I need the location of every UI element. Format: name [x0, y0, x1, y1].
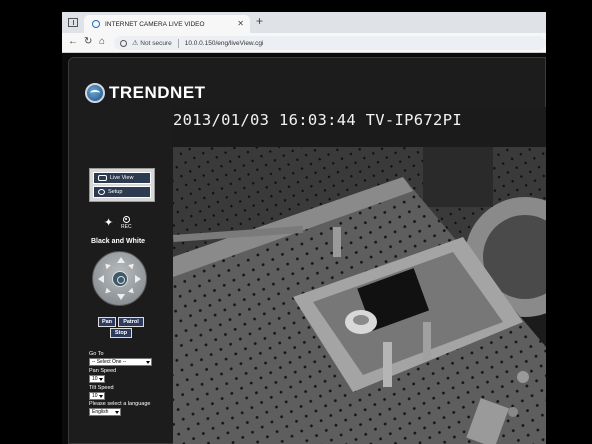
arrow-down-left-icon[interactable] [103, 287, 111, 296]
pan-speed-select[interactable]: 10 [89, 375, 105, 383]
url-field[interactable]: ⚠ Not secure 10.0.0.150/eng/liveView.cgi [114, 36, 546, 50]
brand-name: TRENDNET [109, 83, 206, 102]
tilt-speed-value: 10 [92, 393, 98, 399]
new-tab-button[interactable]: + [256, 14, 263, 28]
arrow-left-icon[interactable] [98, 275, 104, 283]
chevron-down-icon [99, 395, 103, 398]
live-view-label: Live View [110, 175, 134, 181]
tab-bar: INTERNET CAMERA LIVE VIDEO ✕ + [62, 12, 546, 33]
home-icon[interactable]: ⌂ [99, 36, 105, 47]
tilt-speed-label: Tilt Speed [89, 385, 114, 391]
tilt-speed-select[interactable]: 10 [89, 392, 105, 400]
logo-icon [85, 83, 105, 103]
goto-select-value: -- Select One -- [92, 359, 127, 365]
rec-button[interactable]: REC [121, 216, 132, 230]
ir-light-icon[interactable]: ✦ [104, 216, 113, 229]
pan-speed-label: Pan Speed [89, 368, 117, 374]
live-view-icon [98, 175, 107, 181]
ptz-joystick [92, 251, 147, 306]
trendnet-logo: TRENDNET [85, 83, 206, 103]
language-select[interactable]: English [89, 408, 121, 416]
arrow-right-icon[interactable] [135, 275, 141, 283]
setup-label: Setup [108, 189, 123, 195]
shield-icon[interactable] [120, 39, 127, 47]
live-video-feed[interactable]: 2013/01/03 16:03:44 TV-IP672PI [173, 107, 546, 444]
reload-icon[interactable]: ↻ [84, 36, 92, 47]
stop-button[interactable]: Stop [110, 328, 132, 338]
setup-button[interactable]: Setup [93, 186, 151, 198]
main-menu: Live View Setup [89, 168, 155, 202]
pan-button[interactable]: Pan [98, 317, 116, 327]
goto-select[interactable]: -- Select One -- [89, 358, 152, 366]
tab-title: INTERNET CAMERA LIVE VIDEO [105, 20, 205, 28]
warning-icon: ⚠ [132, 40, 139, 47]
tab-camera-live-video[interactable]: INTERNET CAMERA LIVE VIDEO ✕ [84, 15, 250, 33]
chevron-down-icon [146, 361, 150, 364]
chevron-down-icon [115, 411, 119, 414]
language-value: English [92, 409, 109, 415]
language-label: Please select a language [89, 401, 151, 407]
address-divider [177, 38, 179, 48]
patrol-button[interactable]: Patrol [118, 317, 144, 327]
setup-icon [98, 189, 105, 195]
chevron-down-icon [99, 378, 103, 381]
live-view-button[interactable]: Live View [93, 172, 151, 184]
window-icon[interactable] [68, 18, 78, 27]
browser-window: INTERNET CAMERA LIVE VIDEO ✕ + ← ↻ ⌂ ⚠ N… [62, 12, 546, 444]
arrow-up-icon[interactable] [117, 257, 125, 263]
not-secure-label[interactable]: Not secure [140, 40, 171, 47]
video-osd-timestamp: 2013/01/03 16:03:44 TV-IP672PI [173, 111, 462, 129]
address-bar-row: ← ↻ ⌂ ⚠ Not secure 10.0.0.150/eng/liveVi… [62, 33, 546, 53]
rec-icon [122, 216, 130, 223]
arrow-down-icon[interactable] [117, 294, 125, 300]
ptz-home-button[interactable] [112, 271, 128, 287]
tab-close-icon[interactable]: ✕ [237, 19, 244, 28]
url-text[interactable]: 10.0.0.150/eng/liveView.cgi [185, 40, 264, 47]
back-icon[interactable]: ← [68, 36, 78, 47]
edge-favicon [92, 20, 100, 28]
camera-page: TRENDNET Live View Setup ✦ REC Black and… [62, 53, 546, 444]
arrow-down-right-icon[interactable] [128, 287, 136, 296]
pan-speed-value: 10 [92, 376, 98, 382]
arrow-up-left-icon[interactable] [103, 261, 111, 270]
goto-label: Go To [89, 351, 104, 357]
mode-label: Black and White [91, 238, 146, 245]
video-frame-image [173, 107, 546, 444]
rec-label: REC [121, 224, 132, 230]
arrow-up-right-icon[interactable] [128, 261, 136, 270]
